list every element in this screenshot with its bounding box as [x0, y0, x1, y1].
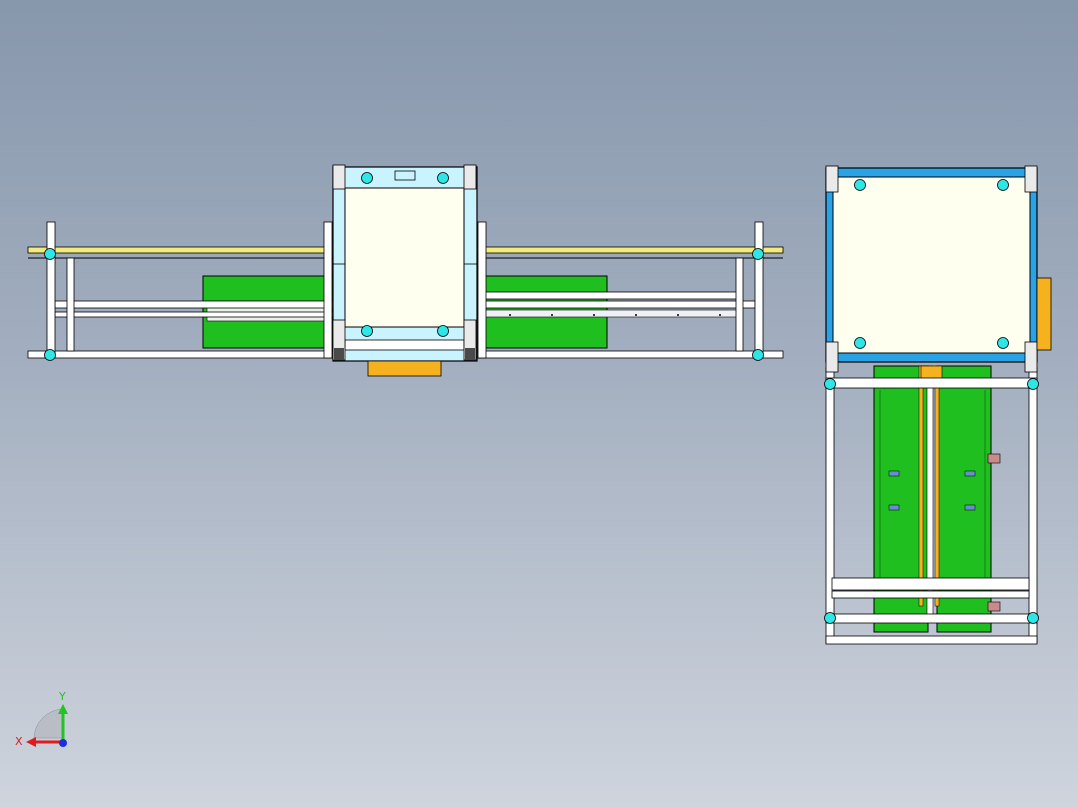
front-mid-bar-left [54, 300, 334, 309]
node [854, 337, 866, 349]
node [752, 349, 764, 361]
node [997, 337, 1009, 349]
coordinate-triad: Y X [15, 690, 68, 748]
top-view [824, 165, 1052, 645]
top-frame-right-post [1028, 367, 1038, 644]
cad-viewport[interactable]: Y X [0, 0, 1078, 808]
node [361, 325, 373, 337]
cad-drawing: Y X [15, 164, 1052, 748]
node [44, 349, 56, 361]
node [361, 172, 373, 184]
node [437, 325, 449, 337]
top-frame-left-post [825, 367, 835, 644]
front-post-left-outer [46, 221, 56, 359]
node [1027, 612, 1039, 624]
node [997, 179, 1009, 191]
node [44, 248, 56, 260]
node [854, 179, 866, 191]
front-post-right-outer [754, 221, 764, 359]
triad-x-label: X [15, 735, 23, 748]
node [824, 378, 836, 390]
node [824, 612, 836, 624]
node [1027, 378, 1039, 390]
front-view [27, 164, 784, 377]
front-orange-motor [367, 360, 442, 377]
triad-y-label: Y [58, 690, 66, 703]
top-orange-motor [1036, 277, 1052, 351]
node [437, 172, 449, 184]
front-mid-bar-right [478, 291, 738, 300]
node [752, 248, 764, 260]
